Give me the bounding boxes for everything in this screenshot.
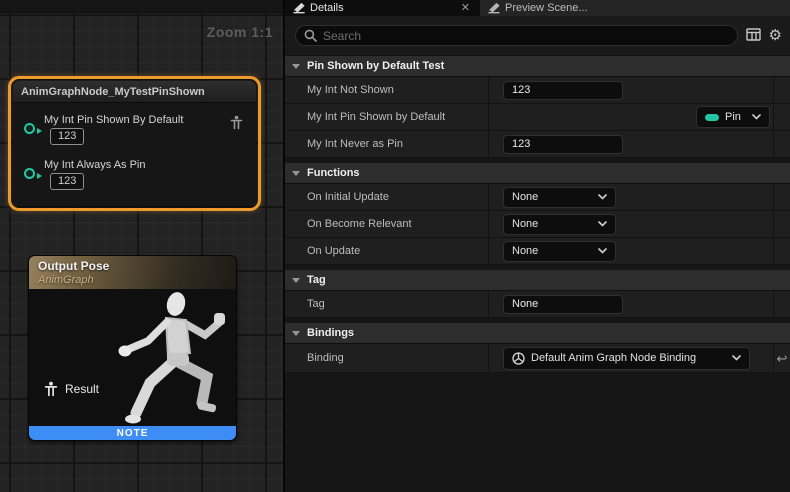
node-body: Result [29,289,236,426]
details-pen-icon [488,3,500,14]
note-bar[interactable]: NOTE [29,426,236,440]
category-header[interactable]: Functions [285,163,790,184]
my-int-not-shown-input[interactable] [503,81,623,100]
chevron-down-icon [598,221,607,227]
pin-row: My Int Always As Pin 123 [13,153,256,193]
graph-top-shading [0,0,283,13]
property-row: On Initial Update None [285,184,790,211]
property-row: Binding Default Anim Graph Node Binding [285,344,790,373]
collapse-arrow-icon [292,278,300,283]
category-header[interactable]: Tag [285,270,790,291]
running-mannequin-image [108,291,236,426]
node-title: AnimGraphNode_MyTestPinShown [21,86,205,98]
reset-to-default-icon[interactable]: ↩ [777,352,788,365]
note-label: NOTE [117,428,149,439]
property-row: My Int Pin Shown by Default Pin [285,104,790,131]
node-header[interactable]: AnimGraphNode_MyTestPinShown [13,81,256,103]
on-initial-update-dropdown[interactable]: None [503,187,616,208]
pin-row: My Int Pin Shown By Default 123 [13,108,256,148]
zoom-indicator: Zoom 1:1 [207,24,273,40]
chevron-down-icon [752,114,761,120]
anim-graph-canvas[interactable]: Zoom 1:1 AnimGraphNode_MyTestPinShown My… [0,0,283,492]
node-title: Output Pose [38,259,236,274]
collapse-arrow-icon [292,171,300,176]
search-input[interactable] [323,29,729,43]
property-row: My Int Never as Pin [285,131,790,158]
pin-label: My Int Pin Shown By Default [44,114,183,126]
pose-pin-icon [44,381,58,397]
node-header[interactable]: Output Pose AnimGraph [29,256,236,289]
search-row: ⚙ [285,16,790,56]
tab-bar: Details ✕ Preview Scene... [285,0,790,16]
collapse-arrow-icon [292,64,300,69]
int-pin-icon[interactable] [24,123,35,134]
pin-capsule-icon [705,114,719,121]
binding-icon [512,352,525,365]
result-pin-row[interactable]: Result [44,381,99,397]
category-header[interactable]: Bindings [285,323,790,344]
unreal-editor-window: Zoom 1:1 AnimGraphNode_MyTestPinShown My… [0,0,790,492]
on-update-dropdown[interactable]: None [503,241,616,262]
category-header[interactable]: Pin Shown by Default Test [285,56,790,77]
close-tab-icon[interactable]: ✕ [461,3,470,14]
result-pin-label: Result [65,382,99,396]
chevron-down-icon [598,194,607,200]
property-list: Pin Shown by Default Test My Int Not Sho… [285,56,790,492]
property-row: Tag [285,291,790,318]
my-int-never-as-pin-input[interactable] [503,135,623,154]
pin-value-box[interactable]: 123 [50,173,84,190]
tab-preview-scene[interactable]: Preview Scene... [478,0,790,16]
tab-label: Details [310,2,344,14]
property-row: My Int Not Shown [285,77,790,104]
tab-details[interactable]: Details ✕ [285,0,478,16]
on-become-relevant-dropdown[interactable]: None [503,214,616,235]
search-icon [304,29,317,42]
pushpin-icon[interactable] [230,115,243,135]
pin-value-box[interactable]: 123 [50,128,84,145]
pin-mode-dropdown[interactable]: Pin [696,106,770,128]
property-row: On Become Relevant None [285,211,790,238]
pin-label: My Int Always As Pin [44,159,145,171]
node-selection-outline: AnimGraphNode_MyTestPinShown My Int Pin … [8,76,261,211]
property-row: On Update None [285,238,790,265]
panel-empty-area [285,373,790,492]
details-pen-icon [293,3,305,14]
anim-graph-test-node[interactable]: AnimGraphNode_MyTestPinShown My Int Pin … [13,81,256,206]
node-subtitle: AnimGraph [38,274,236,287]
tag-input[interactable] [503,295,623,314]
chevron-down-icon [732,355,741,361]
details-panel: Details ✕ Preview Scene... [285,0,790,492]
chevron-down-icon [598,248,607,254]
search-box[interactable] [295,25,738,46]
output-pose-node[interactable]: Output Pose AnimGraph [28,255,237,441]
binding-dropdown[interactable]: Default Anim Graph Node Binding [503,347,750,370]
settings-gear-icon[interactable]: ⚙ [769,28,782,43]
int-pin-icon[interactable] [24,168,35,179]
tab-label: Preview Scene... [505,2,588,14]
collapse-arrow-icon [292,331,300,336]
display-filter-icon[interactable] [746,28,761,44]
